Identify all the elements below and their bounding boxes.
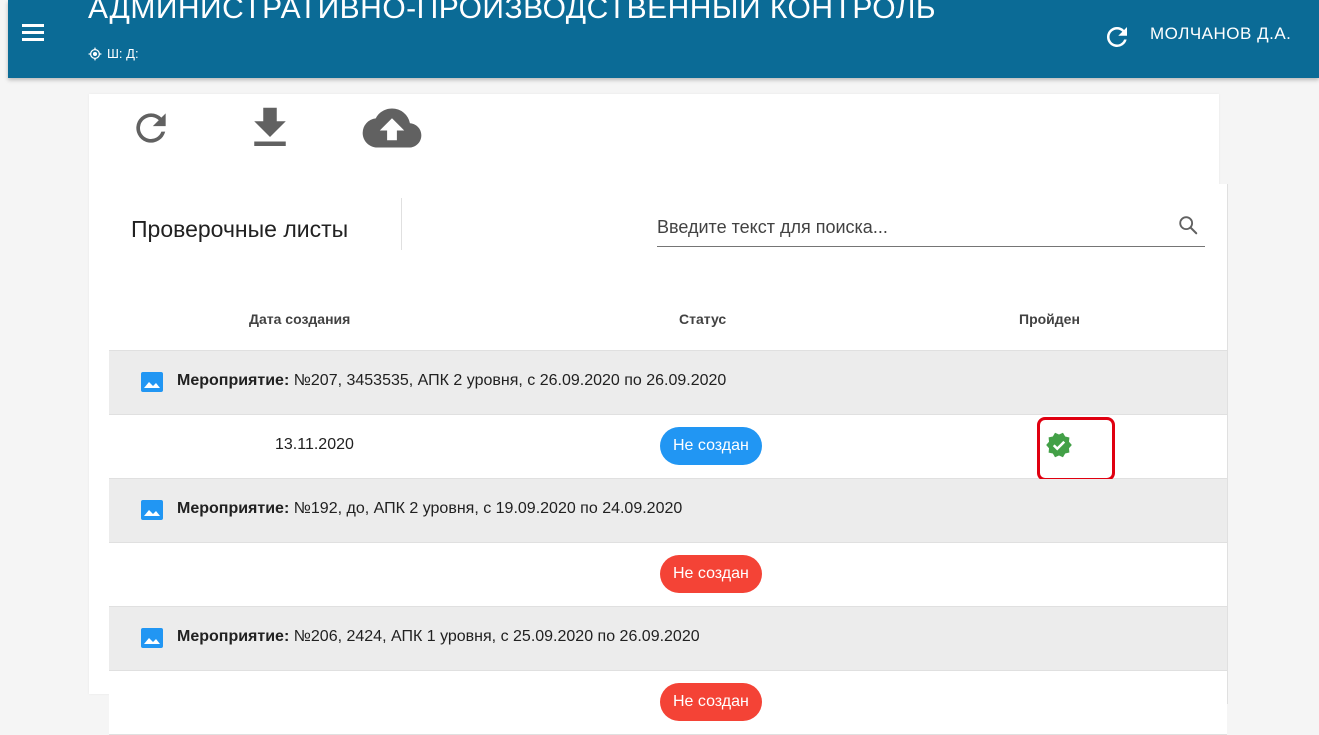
column-header-date[interactable]: Дата создания bbox=[249, 311, 350, 327]
table-row[interactable]: Не создан bbox=[109, 671, 1227, 735]
my-location-icon bbox=[88, 47, 102, 60]
group-row[interactable]: Мероприятие: №207, 3453535, АПК 2 уровня… bbox=[109, 351, 1227, 415]
status-badge[interactable]: Не создан bbox=[660, 683, 762, 721]
date-cell: 13.11.2020 bbox=[275, 436, 354, 453]
image-icon bbox=[141, 500, 163, 520]
group-title: Мероприятие: №207, 3453535, АПК 2 уровня… bbox=[177, 372, 727, 389]
main-card: Проверочные листы Дата создания Статус П… bbox=[89, 94, 1228, 735]
app-title: АДМИНИСТРАТИВНО-ПРОИЗВОДСТВЕННЫЙ КОНТРОЛ… bbox=[88, 0, 937, 25]
location-line: Ш: Д: bbox=[88, 46, 139, 61]
table-header: Дата создания Статус Пройден bbox=[109, 292, 1227, 351]
group-row[interactable]: Мероприятие: №192, до, АПК 2 уровня, с 1… bbox=[109, 479, 1227, 543]
highlight-box bbox=[1037, 417, 1115, 481]
location-text: Ш: Д: bbox=[107, 46, 139, 61]
search-icon[interactable] bbox=[1177, 214, 1199, 236]
menu-icon[interactable] bbox=[22, 24, 44, 42]
image-icon bbox=[141, 372, 163, 392]
download-icon[interactable] bbox=[252, 106, 288, 150]
image-icon bbox=[141, 628, 163, 648]
cloud-upload-icon[interactable] bbox=[362, 106, 422, 150]
column-header-passed[interactable]: Пройден bbox=[1019, 311, 1080, 327]
title-divider bbox=[401, 198, 402, 250]
user-name[interactable]: МОЛЧАНОВ Д.А. bbox=[1150, 24, 1291, 44]
refresh-icon[interactable] bbox=[129, 106, 173, 150]
refresh-icon[interactable] bbox=[1102, 22, 1132, 52]
group-row[interactable]: Мероприятие: №206, 2424, АПК 1 уровня, с… bbox=[109, 607, 1227, 671]
table-row[interactable]: Не создан bbox=[109, 543, 1227, 607]
search-box bbox=[657, 208, 1205, 247]
status-badge[interactable]: Не создан bbox=[660, 427, 762, 465]
panel-title: Проверочные листы bbox=[131, 216, 349, 242]
search-input[interactable] bbox=[657, 212, 1157, 242]
group-title: Мероприятие: №192, до, АПК 2 уровня, с 1… bbox=[177, 500, 683, 517]
group-title: Мероприятие: №206, 2424, АПК 1 уровня, с… bbox=[177, 628, 700, 645]
status-badge[interactable]: Не создан bbox=[660, 555, 762, 593]
checklists-panel: Проверочные листы Дата создания Статус П… bbox=[109, 184, 1228, 735]
column-header-status[interactable]: Статус bbox=[679, 311, 726, 327]
app-header: АДМИНИСТРАТИВНО-ПРОИЗВОДСТВЕННЫЙ КОНТРОЛ… bbox=[8, 0, 1319, 78]
table-row[interactable]: 13.11.2020 Не создан bbox=[109, 415, 1227, 481]
